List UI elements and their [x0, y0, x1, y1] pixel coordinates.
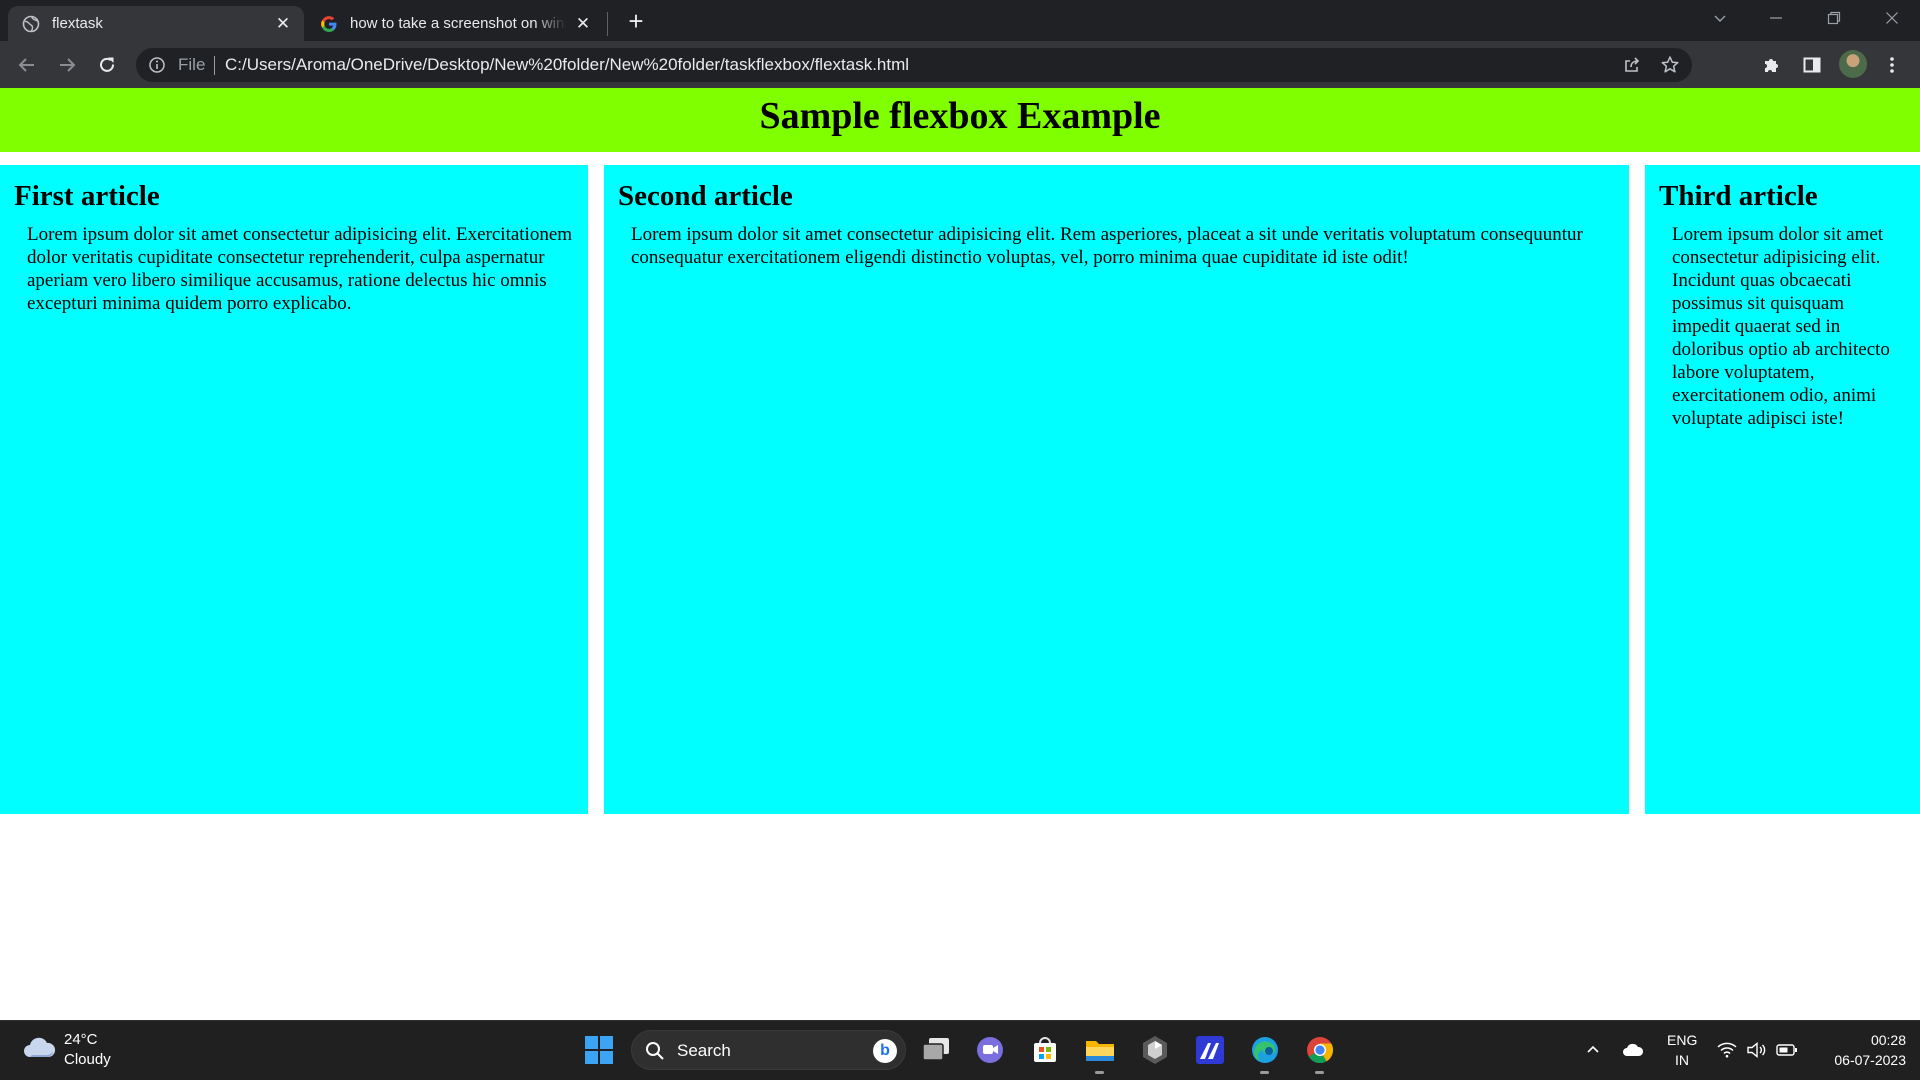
bing-icon[interactable]: b	[873, 1039, 897, 1063]
web-page: Sample flexbox Example First article Lor…	[0, 88, 1920, 1020]
browser-menu-button[interactable]	[1880, 53, 1904, 77]
globe-icon	[22, 15, 40, 32]
restore-button[interactable]	[1806, 0, 1862, 36]
close-window-button[interactable]	[1864, 0, 1920, 36]
chat-icon	[977, 1037, 1003, 1063]
editor-app-icon	[1196, 1036, 1224, 1064]
close-tab-icon[interactable]: ✕	[574, 14, 592, 33]
forward-button[interactable]	[52, 50, 82, 80]
address-bar[interactable]: File C:/Users/Aroma/OneDrive/Desktop/New…	[136, 48, 1692, 82]
share-icon[interactable]	[1622, 55, 1642, 75]
close-tab-icon[interactable]: ✕	[274, 14, 292, 33]
minimize-button[interactable]	[1748, 0, 1804, 36]
article-second: Second article Lorem ipsum dolor sit ame…	[604, 165, 1629, 814]
side-panel-button[interactable]	[1800, 53, 1824, 77]
article-body: Lorem ipsum dolor sit amet consectetur a…	[1672, 224, 1890, 429]
microsoft-store-button[interactable]	[1027, 1032, 1063, 1068]
browser-tab-strip: flextask ✕ how to take a screenshot on w…	[0, 0, 1920, 41]
language-code[interactable]: ENG	[1667, 1032, 1697, 1048]
start-button[interactable]	[581, 1032, 617, 1068]
arrow-right-icon	[60, 58, 76, 72]
scheme-label: File	[178, 55, 206, 74]
weather-condition[interactable]: Cloudy	[64, 1051, 111, 1068]
browser-toolbar: File C:/Users/Aroma/OneDrive/Desktop/New…	[0, 41, 1920, 88]
article-body: Lorem ipsum dolor sit amet consectetur a…	[631, 224, 1583, 268]
onedrive-button[interactable]	[1622, 1039, 1644, 1061]
chrome-browser-button[interactable]	[1302, 1032, 1338, 1074]
onedrive-cloud-icon	[1623, 1043, 1644, 1056]
tab-screenshot-search[interactable]: how to take a screenshot on windows 11 ✕	[306, 6, 604, 41]
network-button[interactable]	[1716, 1039, 1738, 1061]
article-title: First article	[14, 180, 160, 212]
info-icon[interactable]	[148, 56, 166, 74]
language-region[interactable]: IN	[1667, 1052, 1697, 1068]
tab-search-button[interactable]	[1692, 0, 1748, 36]
app-hexagon-button[interactable]	[1137, 1032, 1173, 1068]
task-view-button[interactable]	[918, 1032, 954, 1068]
extensions-button[interactable]	[1760, 53, 1784, 77]
page-title: Sample flexbox Example	[759, 95, 1161, 137]
url-text[interactable]: C:/Users/Aroma/OneDrive/Desktop/New%20fo…	[225, 55, 909, 75]
hexagon-app-icon	[1143, 1036, 1167, 1064]
task-view-icon	[922, 1038, 949, 1061]
back-button[interactable]	[12, 50, 42, 80]
search-icon	[646, 1042, 664, 1060]
chevron-up-icon	[1587, 1045, 1599, 1053]
address-separator	[214, 56, 215, 75]
puzzle-icon	[1765, 59, 1778, 72]
chrome-icon	[1307, 1037, 1334, 1064]
tab-separator	[607, 12, 608, 36]
chevron-down-icon	[1714, 15, 1726, 22]
kebab-menu-icon	[1890, 57, 1894, 73]
new-tab-button[interactable]: +	[622, 8, 650, 36]
article-title: Second article	[618, 180, 793, 212]
running-indicator	[1260, 1071, 1269, 1074]
taskbar: 24°C Cloudy Search b ENG IN 00:28 06-07-…	[0, 1020, 1920, 1080]
tab-flextask[interactable]: flextask ✕	[8, 6, 304, 41]
running-indicator	[1315, 1071, 1324, 1074]
bookmark-star-icon[interactable]	[1660, 55, 1680, 75]
weather-temperature[interactable]: 24°C	[64, 1031, 98, 1048]
edge-browser-button[interactable]	[1247, 1032, 1283, 1074]
article-title: Third article	[1659, 180, 1818, 212]
battery-icon	[1776, 1044, 1797, 1056]
reload-button[interactable]	[92, 50, 122, 80]
taskbar-search[interactable]: Search b	[631, 1030, 906, 1070]
page-header: Sample flexbox Example	[0, 88, 1920, 152]
teams-chat-button[interactable]	[972, 1032, 1008, 1068]
folder-icon	[1086, 1041, 1114, 1061]
google-icon	[321, 15, 337, 32]
tab-title: flextask	[52, 15, 103, 32]
windows-logo-icon	[585, 1036, 613, 1064]
show-hidden-icons-button[interactable]	[1582, 1039, 1604, 1061]
speaker-icon	[1747, 1042, 1766, 1058]
article-body: Lorem ipsum dolor sit amet consectetur a…	[27, 224, 573, 314]
clock-time[interactable]: 00:28	[1816, 1032, 1906, 1048]
battery-button[interactable]	[1776, 1039, 1798, 1061]
minimize-icon	[1770, 17, 1782, 19]
restore-icon	[1827, 11, 1841, 25]
clock-date[interactable]: 06-07-2023	[1806, 1052, 1906, 1068]
search-label: Search	[677, 1041, 731, 1060]
tab-title: how to take a screenshot on windows 11	[350, 15, 566, 32]
app-editor-button[interactable]	[1192, 1032, 1228, 1068]
reload-icon	[100, 57, 115, 72]
wifi-icon	[1717, 1042, 1737, 1058]
file-explorer-button[interactable]	[1082, 1032, 1118, 1074]
edge-icon	[1252, 1037, 1278, 1063]
volume-button[interactable]	[1746, 1039, 1768, 1061]
close-icon	[1886, 12, 1898, 24]
article-third: Third article Lorem ipsum dolor sit amet…	[1645, 165, 1920, 814]
profile-avatar[interactable]	[1839, 50, 1867, 78]
side-panel-icon	[1803, 57, 1821, 73]
store-icon	[1034, 1037, 1056, 1062]
article-first: First article Lorem ipsum dolor sit amet…	[0, 165, 588, 814]
cloud-weather-icon[interactable]	[22, 1033, 56, 1063]
arrow-left-icon	[18, 58, 34, 72]
running-indicator	[1095, 1071, 1104, 1074]
